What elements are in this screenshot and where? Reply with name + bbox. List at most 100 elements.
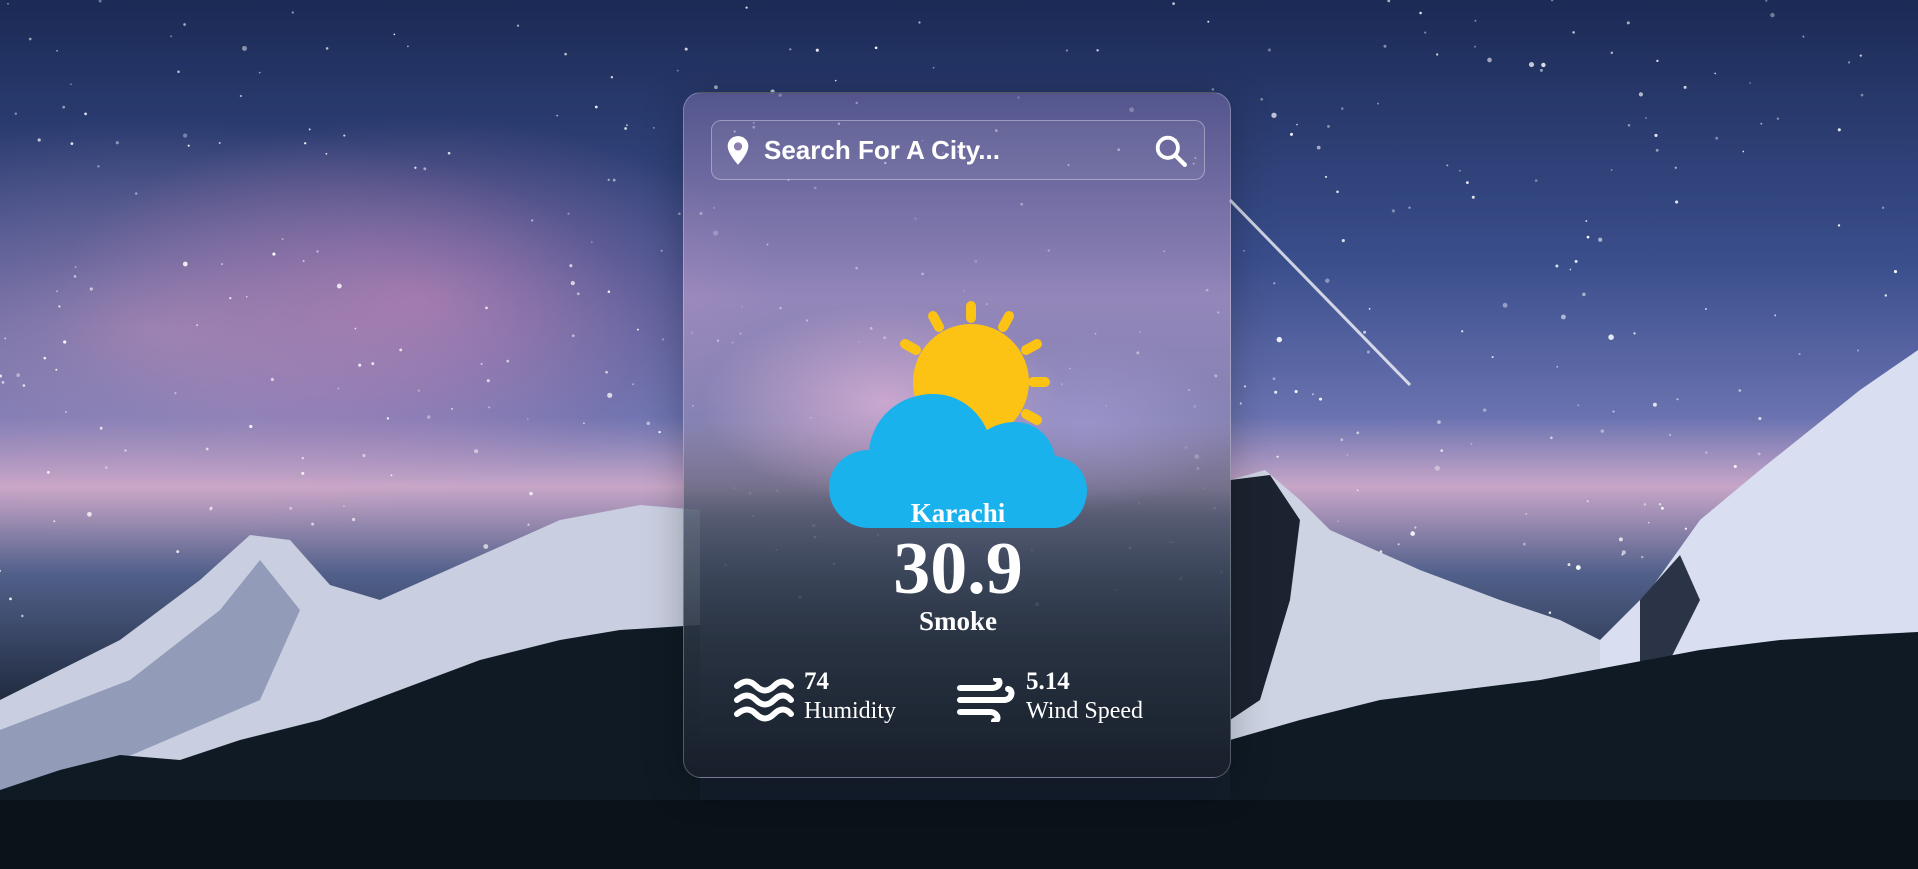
- star: [1860, 93, 1864, 97]
- star: [1674, 166, 1677, 169]
- star: [183, 23, 186, 26]
- location-pin-icon: [727, 136, 749, 165]
- humidity-value: 74: [804, 668, 829, 695]
- star: [1341, 239, 1345, 243]
- star: [170, 35, 173, 38]
- star: [249, 424, 253, 429]
- star: [1, 381, 5, 384]
- star: [1324, 175, 1328, 178]
- star: [89, 287, 93, 291]
- star: [556, 114, 559, 117]
- star: [1859, 54, 1862, 57]
- star: [55, 368, 58, 371]
- star: [636, 328, 639, 331]
- star: [343, 505, 345, 508]
- star: [1437, 420, 1441, 424]
- star: [115, 141, 119, 145]
- star: [632, 383, 634, 385]
- star: [308, 128, 311, 131]
- star: [354, 327, 357, 330]
- star: [1356, 431, 1360, 435]
- star: [483, 544, 489, 549]
- star: [1491, 355, 1494, 359]
- star: [301, 471, 305, 475]
- star: [1383, 44, 1387, 48]
- search-input[interactable]: [764, 121, 1134, 179]
- star: [684, 47, 688, 51]
- temperature-value: 30.9: [893, 528, 1023, 610]
- star: [1346, 454, 1349, 456]
- star: [1207, 20, 1210, 23]
- star: [1660, 506, 1664, 510]
- star: [1676, 398, 1679, 401]
- star: [1669, 434, 1671, 436]
- star: [97, 165, 100, 168]
- star: [1474, 19, 1477, 22]
- star: [1643, 503, 1646, 506]
- star: [1856, 349, 1860, 352]
- star: [1582, 292, 1586, 297]
- star: [73, 275, 77, 278]
- wind-speed-value: 5.14: [1026, 668, 1070, 695]
- star: [714, 85, 718, 90]
- star: [506, 359, 510, 363]
- star: [1434, 465, 1440, 471]
- star: [1522, 542, 1526, 546]
- star: [1683, 85, 1687, 89]
- star: [1556, 365, 1559, 368]
- star: [58, 305, 61, 308]
- star: [612, 178, 616, 182]
- star: [932, 66, 935, 69]
- star: [1502, 302, 1508, 308]
- star: [1638, 92, 1643, 97]
- star: [447, 151, 451, 155]
- star: [1555, 264, 1559, 268]
- star: [229, 297, 232, 300]
- star: [571, 334, 575, 338]
- waves-icon: [734, 678, 794, 722]
- star: [407, 45, 409, 48]
- star: [1608, 334, 1614, 340]
- star: [610, 76, 614, 79]
- star: [1414, 526, 1417, 529]
- star: [1273, 282, 1276, 285]
- star: [64, 410, 68, 414]
- star: [70, 142, 74, 145]
- star: [1618, 537, 1623, 542]
- search-icon[interactable]: [1154, 134, 1188, 168]
- star: [474, 449, 479, 454]
- star: [1770, 12, 1775, 18]
- star: [1652, 402, 1657, 407]
- star: [176, 550, 180, 554]
- star: [1627, 124, 1631, 127]
- star: [352, 517, 356, 522]
- star: [1316, 145, 1321, 150]
- ground: [0, 800, 1918, 869]
- star: [1612, 410, 1615, 413]
- star: [196, 324, 199, 326]
- star: [1366, 350, 1370, 354]
- star: [1458, 169, 1461, 172]
- star: [1341, 107, 1344, 110]
- star: [1290, 132, 1293, 136]
- star: [1211, 88, 1215, 91]
- star: [1387, 0, 1391, 3]
- star: [1654, 133, 1658, 137]
- star: [187, 144, 190, 147]
- star: [1408, 206, 1411, 209]
- star: [399, 348, 403, 352]
- star: [1318, 397, 1323, 401]
- star: [480, 362, 483, 365]
- star: [362, 453, 366, 458]
- star: [1600, 429, 1604, 433]
- star: [789, 48, 792, 51]
- star: [605, 370, 608, 374]
- star: [371, 362, 375, 366]
- star: [1884, 294, 1888, 297]
- star: [16, 373, 21, 377]
- star: [1626, 21, 1630, 25]
- star: [1675, 200, 1679, 204]
- star: [174, 392, 177, 395]
- star: [386, 417, 390, 420]
- wind-stat: 5.14 Wind Speed: [956, 668, 1196, 728]
